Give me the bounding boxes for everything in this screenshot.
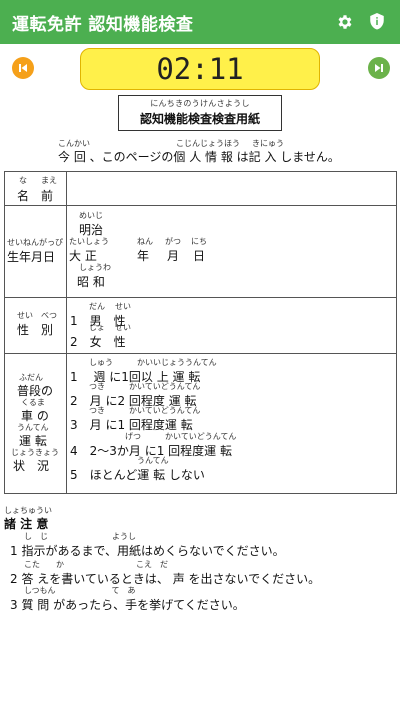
era-showa[interactable]: 昭 和 [77,273,105,290]
document-title-box: にんちきのうけんさようし 認知機能検査検査用紙 [118,95,282,131]
gender-label-cell: せい べつ 性 別 [4,297,67,354]
form-row-name: な まえ 名 前 [4,171,397,206]
shield-info-icon[interactable] [366,11,388,33]
name-label: 名 前 [17,189,54,203]
ruby-gatsu: がつ [165,237,181,246]
caution-item-1: 1 指示があるまで、用紙はめくらないでください。 [10,544,285,558]
countdown-timer: 02:11 [80,48,320,90]
form-row-birthday: せいねんがっぴ 生年月日 めいじ 明治 たいしょう 大 正 ねん 年 がつ 月 … [4,205,397,298]
caution-2-ruby: こた か こえ だ [24,560,168,569]
caution-3-ruby: しつもん て あ [24,586,136,595]
day-label: 日 [193,249,206,263]
driving-option-1-ruby: しゅう かいいじょううんてん [89,358,217,367]
ruby-meiji: めいじ [79,211,103,220]
birthday-label: 生年月日 [7,250,56,264]
ruby-taisho: たいしょう [69,237,109,246]
ruby-sei: せい [17,311,33,320]
name-value-cell[interactable] [66,171,397,206]
privacy-notice: 今 回 、このページの個 人 情 報 は記 入 しません。 [58,150,340,164]
gear-icon[interactable] [334,11,356,33]
ruby-mae: まえ [41,176,57,185]
ruby-seinengappi: せいねんがっぴ [7,238,63,247]
document-title-ruby: にんちきのうけんさようし [150,99,250,108]
caution-1-ruby: し じ ようし [24,532,136,541]
timer-row: 02:11 [0,48,400,92]
ruby-sei-female: せい [115,323,131,332]
birthday-value-cell: めいじ 明治 たいしょう 大 正 ねん 年 がつ 月 にち 日 しょうわ 昭 和 [66,205,397,298]
driving-label-cell: ふだん 普段の くるま 車 の うんてん 運 転 じょうきょう 状 況 [4,353,67,494]
driving-value-cell: しゅう かいいじょううんてん 1 週 に1回以 上 運 転 つき かいていどうん… [66,353,397,494]
driving-option-3-ruby: つき かいていどうんてん [89,406,201,415]
skip-previous-icon[interactable] [12,57,34,79]
app-title: 運転免許 認知機能検査 [12,14,194,35]
birthday-label-cell: せいねんがっぴ 生年月日 [4,205,67,298]
driving-option-2-ruby: つき かいていどうんてん [89,382,201,391]
form-row-driving: ふだん 普段の くるま 車 の うんてん 運 転 じょうきょう 状 況 しゅう … [4,353,397,494]
personal-info-form: な まえ 名 前 せいねんがっぴ 生年月日 めいじ 明治 たいしょう 大 正 ね… [4,171,397,494]
ruby-showa: しょうわ [79,263,111,272]
gender-option-female[interactable]: 2 女 性 [70,333,126,350]
ruby-nen: ねん [137,237,153,246]
cautions-heading: 諸 注 意 [4,517,49,531]
gender-value-cell: だん せい 1 男 性 じょ せい 2 女 性 [66,297,397,354]
form-row-gender: せい べつ 性 別 だん せい 1 男 性 じょ せい 2 女 性 [4,297,397,354]
driving-label-line4: 状 況 [13,459,50,473]
driving-option-5-ruby: うんてん [137,456,169,465]
caution-item-3: 3 質 問 があったら、手を挙げてください。 [10,598,245,612]
gender-label: 性 別 [17,323,54,337]
ruby-betsu: べつ [41,311,57,320]
skip-next-icon[interactable] [368,57,390,79]
ruby-jo: じょ [89,323,105,332]
name-label-cell: な まえ 名 前 [4,171,67,206]
year-label: 年 [137,249,150,263]
driving-option-5[interactable]: 5 ほとんど運 転 しない [70,466,205,483]
app-bar: 運転免許 認知機能検査 [0,0,400,44]
document-title: 認知機能検査検査用紙 [139,112,260,126]
ruby-na: な [19,176,27,185]
ruby-sei-male: せい [115,302,131,311]
month-label: 月 [167,249,180,263]
driving-option-4-ruby: げつ かいていどうんてん [125,432,237,441]
ruby-dan: だん [89,302,105,311]
ruby-nichi: にち [191,237,207,246]
